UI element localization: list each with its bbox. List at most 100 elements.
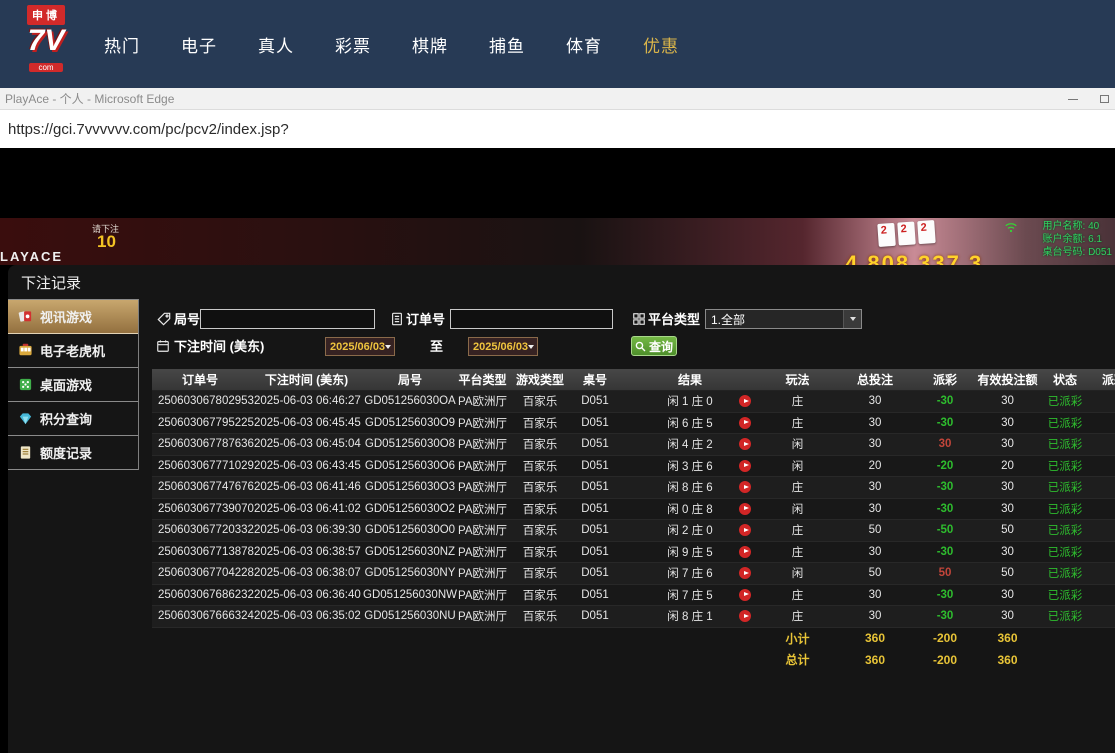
date-from-select[interactable]: 2025/06/03 [325,337,395,356]
search-button[interactable]: 查询 [631,336,677,356]
table-row: 2506030677476762025-06-03 06:41:46GD0512… [152,477,1115,499]
table-row: 2506030677390702025-06-03 06:41:02GD0512… [152,499,1115,521]
cell-play: 庄 [760,391,835,412]
cell-bet: 50 [835,520,915,541]
sidebar-item[interactable]: 积分查询 [8,402,138,436]
filters-row-2: 下注时间 (美东) 2025/06/03 至 2025/06/03 查询 [8,336,1115,357]
total-row: 总计360-200360 [152,649,1115,671]
platform-select-value: 1.全部 [706,311,843,328]
nav-item[interactable]: 真人 [258,32,294,57]
replay-icon[interactable] [739,481,751,493]
replay-icon[interactable] [739,524,751,536]
cell-platform: PA欧洲厅 [455,606,510,627]
cell-ptime [1090,628,1115,650]
cell-table_no: D051 [570,413,620,434]
cell-round: GD051256030O6 [365,456,455,477]
site-header: 申博 7V com 热门 电子 真人 彩票 棋牌 捕鱼 体育 优惠 [0,0,1115,88]
nav-item[interactable]: 彩票 [335,32,371,57]
browser-title-bar: PlayAce - 个人 - Microsoft Edge [0,88,1115,110]
cell-round: GD051256030O2 [365,499,455,520]
replay-icon[interactable] [739,395,751,407]
cell-time: 2025-06-03 06:38:07 [248,563,365,584]
nav-item[interactable]: 热门 [104,32,140,57]
cell-play: 闲 [760,563,835,584]
sidebar-item[interactable]: 额度记录 [8,436,138,470]
minimize-icon[interactable] [1068,99,1078,100]
replay-icon[interactable] [739,589,751,601]
cell-order: 250603067787636 [152,434,248,455]
sidebar-item[interactable]: 桌面游戏 [8,368,138,402]
main-nav: 热门 电子 真人 彩票 棋牌 捕鱼 体育 优惠 [104,0,679,88]
points-query-icon [18,411,33,426]
date-to-select[interactable]: 2025/06/03 [468,337,538,356]
cell-play: 庄 [760,585,835,606]
column-header: 总投注 [835,369,915,390]
nav-item[interactable]: 体育 [566,32,602,57]
cell-platform: PA欧洲厅 [455,520,510,541]
cell-order: 250603067739070 [152,499,248,520]
brand-text: LAYACE [0,249,63,264]
cell-ptime [1090,477,1115,498]
account-line: 用户名称: 40 [1043,220,1112,233]
cell-round: GD051256030OA [365,391,455,412]
site-logo[interactable]: 申博 7V com [14,5,78,83]
replay-icon[interactable] [739,460,751,472]
column-header: 订单号 [152,369,248,390]
replay-icon[interactable] [739,567,751,579]
cell-bet: 30 [835,391,915,412]
replay-icon[interactable] [739,546,751,558]
cell-order [152,628,248,650]
url-text[interactable]: https://gci.7vvvvvv.com/pc/pcv2/index.js… [8,121,289,138]
cell-payout: -20 [915,456,975,477]
cell-payout: -30 [915,542,975,563]
nav-item[interactable]: 棋牌 [412,32,448,57]
cell-ptime [1090,563,1115,584]
cell-valid: 30 [975,499,1040,520]
cell-time: 2025-06-03 06:41:02 [248,499,365,520]
cell-round [365,649,455,671]
nav-item[interactable]: 优惠 [643,32,679,57]
replay-icon[interactable] [739,417,751,429]
cell-table_no: D051 [570,585,620,606]
cell-result: 闲 3 庄 6 [620,456,760,477]
platform-select[interactable]: 1.全部 [705,309,862,329]
cell-valid: 50 [975,563,1040,584]
cell-order: 250603067802953 [152,391,248,412]
cell-valid: 20 [975,456,1040,477]
cell-result: 闲 9 庄 5 [620,542,760,563]
cell-payout: -30 [915,585,975,606]
cell-game: 百家乐 [510,563,570,584]
nav-item[interactable]: 捕鱼 [489,32,525,57]
replay-icon[interactable] [739,610,751,622]
cell-result: 闲 4 庄 2 [620,434,760,455]
cell-valid: 30 [975,585,1040,606]
cell-payout: -30 [915,606,975,627]
cards-group: 222 [877,220,935,247]
cell-play: 小计 [760,628,835,650]
cell-ptime [1090,649,1115,671]
cell-bet: 30 [835,499,915,520]
cell-order: 250603067686232 [152,585,248,606]
cell-platform: PA欧洲厅 [455,413,510,434]
round-number-input[interactable] [200,309,375,329]
signal-icon [1004,221,1018,239]
cell-platform: PA欧洲厅 [455,391,510,412]
cell-table_no [570,628,620,650]
logo-brand: 7V [14,25,78,57]
order-number-input[interactable] [450,309,613,329]
bet-records-table: 订单号下注时间 (美东)局号平台类型游戏类型桌号结果玩法总投注派彩有效投注额状态… [152,369,1115,671]
nav-item[interactable]: 电子 [181,32,217,57]
browser-url-bar[interactable]: https://gci.7vvvvvv.com/pc/pcv2/index.js… [0,110,1115,148]
window-title: PlayAce - 个人 - Microsoft Edge [5,90,174,107]
cell-time: 2025-06-03 06:39:30 [248,520,365,541]
replay-icon[interactable] [739,438,751,450]
column-header: 游戏类型 [510,369,570,390]
maximize-icon[interactable] [1100,95,1109,103]
cell-payout: -30 [915,477,975,498]
cell-result: 闲 7 庄 5 [620,585,760,606]
cell-round: GD051256030O8 [365,434,455,455]
cell-ptime [1090,606,1115,627]
replay-icon[interactable] [739,503,751,515]
cell-bet: 360 [835,649,915,671]
column-header: 派彩 [915,369,975,390]
